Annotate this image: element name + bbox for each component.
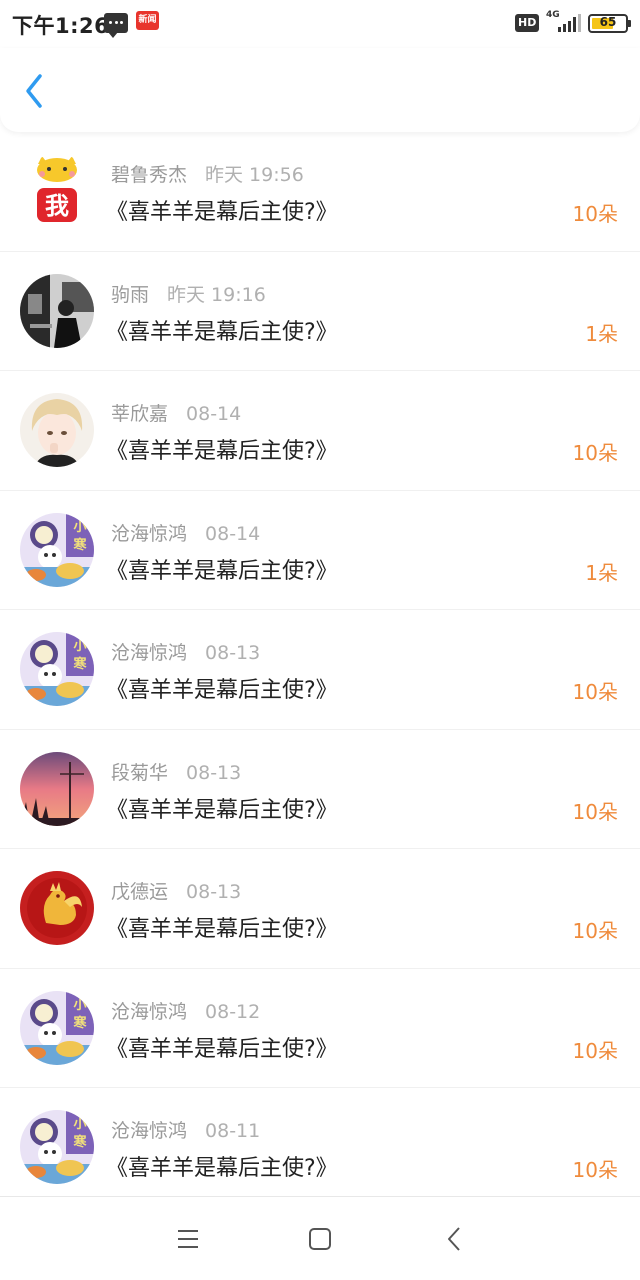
flower-count: 1朵 (585, 321, 618, 346)
menu-icon[interactable] (172, 1223, 204, 1255)
sender-name[interactable]: 段菊华 (111, 762, 168, 784)
article-title[interactable]: 《喜羊羊是幕后主使?》 (106, 792, 338, 824)
avatar[interactable]: 小寒 (20, 512, 94, 587)
flower-count: 10朵 (572, 799, 618, 824)
avatar[interactable] (20, 393, 94, 467)
avatar[interactable] (20, 273, 94, 348)
news-app-icon: 新闻 (136, 11, 159, 30)
timestamp: 08-11 (205, 1120, 261, 1142)
battery-level: 65 (599, 15, 617, 29)
svg-text:我: 我 (45, 192, 69, 220)
timestamp: 08-14 (205, 522, 261, 545)
sender-name[interactable]: 沧海惊鸿 (111, 523, 187, 545)
timestamp: 08-13 (205, 642, 261, 664)
svg-text:寒: 寒 (72, 1134, 87, 1150)
avatar[interactable] (20, 871, 94, 945)
sender-line: 沧海惊鸿 08-12 (111, 997, 260, 1024)
flower-count: 10朵 (572, 202, 618, 226)
flower-count: 10朵 (572, 680, 618, 704)
sender-name[interactable]: 驹雨 (111, 284, 149, 306)
svg-text:寒: 寒 (72, 1015, 87, 1031)
sender-line: 莘欣嘉 08-14 (111, 399, 241, 426)
article-title[interactable]: 《喜羊羊是幕后主使?》 (106, 433, 338, 465)
timestamp: 昨天 19:56 (205, 164, 304, 186)
sender-line: 沧海惊鸿 08-13 (111, 638, 260, 665)
article-title[interactable]: 《喜羊羊是幕后主使?》 (106, 1150, 338, 1182)
status-bar: 下午1:26 新闻 HD 4G 65 (0, 0, 640, 48)
sender-line: 戊德运 08-13 (111, 877, 241, 904)
svg-text:小: 小 (73, 1117, 86, 1132)
sender-line: 沧海惊鸿 08-11 (111, 1116, 260, 1143)
sender-name[interactable]: 沧海惊鸿 (111, 1120, 187, 1142)
svg-text:小: 小 (73, 520, 86, 535)
flower-count: 10朵 (572, 1158, 618, 1182)
timestamp: 08-14 (186, 403, 242, 425)
battery-icon: 65 (588, 14, 631, 33)
list-item[interactable]: 莘欣嘉 08-14 《喜羊羊是幕后主使?》 10朵 (0, 371, 640, 491)
list-item[interactable]: 我 碧鲁秀杰 昨天 19:56 《喜羊羊是幕后主使?》 10朵 (0, 132, 640, 252)
sender-name[interactable]: 沧海惊鸿 (111, 1001, 187, 1023)
article-title[interactable]: 《喜羊羊是幕后主使?》 (106, 553, 338, 585)
list-item[interactable]: 段菊华 08-13 《喜羊羊是幕后主使?》 10朵 (0, 730, 640, 849)
avatar[interactable]: 我 (20, 154, 94, 228)
avatar[interactable]: 小寒 (20, 990, 94, 1065)
svg-text:寒: 寒 (72, 656, 87, 672)
list-item[interactable]: 戊德运 08-13 《喜羊羊是幕后主使?》 10朵 (0, 849, 640, 969)
flower-count: 10朵 (572, 1038, 618, 1063)
sender-name[interactable]: 莘欣嘉 (111, 403, 168, 425)
timestamp: 08-12 (205, 1000, 261, 1023)
flower-count: 10朵 (572, 919, 618, 943)
article-title[interactable]: 《喜羊羊是幕后主使?》 (106, 194, 338, 226)
flower-count: 10朵 (572, 441, 618, 465)
sender-line: 沧海惊鸿 08-14 (111, 519, 260, 546)
gift-record-list: 我碧鲁秀杰 昨天 19:56 《喜羊羊是幕后主使?》 10朵 驹雨 昨天 19:16 《喜羊… (0, 132, 640, 1208)
avatar[interactable]: 小寒 (20, 1110, 94, 1184)
article-title[interactable]: 《喜羊羊是幕后主使?》 (106, 911, 338, 943)
sender-name[interactable]: 戊德运 (111, 881, 168, 903)
sender-name[interactable]: 碧鲁秀杰 (111, 164, 187, 186)
avatar[interactable] (20, 751, 94, 826)
timestamp: 08-13 (186, 761, 242, 784)
list-item[interactable]: 小寒沧海惊鸿 08-12 《喜羊羊是幕后主使?》 10朵 (0, 969, 640, 1088)
list-item[interactable]: 小寒沧海惊鸿 08-11 《喜羊羊是幕后主使?》 10朵 (0, 1088, 640, 1208)
home-square-icon[interactable] (304, 1223, 336, 1255)
system-navigation-bar (0, 1196, 640, 1280)
article-title[interactable]: 《喜羊羊是幕后主使?》 (106, 1031, 338, 1063)
article-title[interactable]: 《喜羊羊是幕后主使?》 (106, 672, 338, 704)
svg-text:小: 小 (73, 998, 86, 1013)
sender-line: 驹雨 昨天 19:16 (111, 280, 266, 307)
back-triangle-icon[interactable] (438, 1223, 470, 1255)
svg-text:寒: 寒 (72, 537, 87, 553)
sender-line: 碧鲁秀杰 昨天 19:56 (111, 160, 304, 187)
timestamp: 昨天 19:16 (167, 283, 266, 306)
sender-name[interactable]: 沧海惊鸿 (111, 642, 187, 664)
flower-count: 1朵 (585, 560, 618, 585)
header (0, 48, 640, 132)
chat-notification-icon (104, 13, 128, 38)
list-item[interactable]: 小寒沧海惊鸿 08-14 《喜羊羊是幕后主使?》 1朵 (0, 491, 640, 610)
avatar[interactable]: 小寒 (20, 632, 94, 706)
article-title[interactable]: 《喜羊羊是幕后主使?》 (106, 314, 338, 346)
list-item[interactable]: 驹雨 昨天 19:16 《喜羊羊是幕后主使?》 1朵 (0, 252, 640, 371)
sender-line: 段菊华 08-13 (111, 758, 241, 785)
status-time: 下午1:26 (12, 14, 110, 38)
hd-voice-icon: HD (515, 14, 540, 32)
svg-text:小: 小 (73, 639, 86, 654)
chevron-left-icon[interactable] (18, 68, 54, 114)
list-item[interactable]: 小寒沧海惊鸿 08-13 《喜羊羊是幕后主使?》 10朵 (0, 610, 640, 730)
signal-strength-icon (556, 14, 581, 32)
timestamp: 08-13 (186, 881, 242, 903)
